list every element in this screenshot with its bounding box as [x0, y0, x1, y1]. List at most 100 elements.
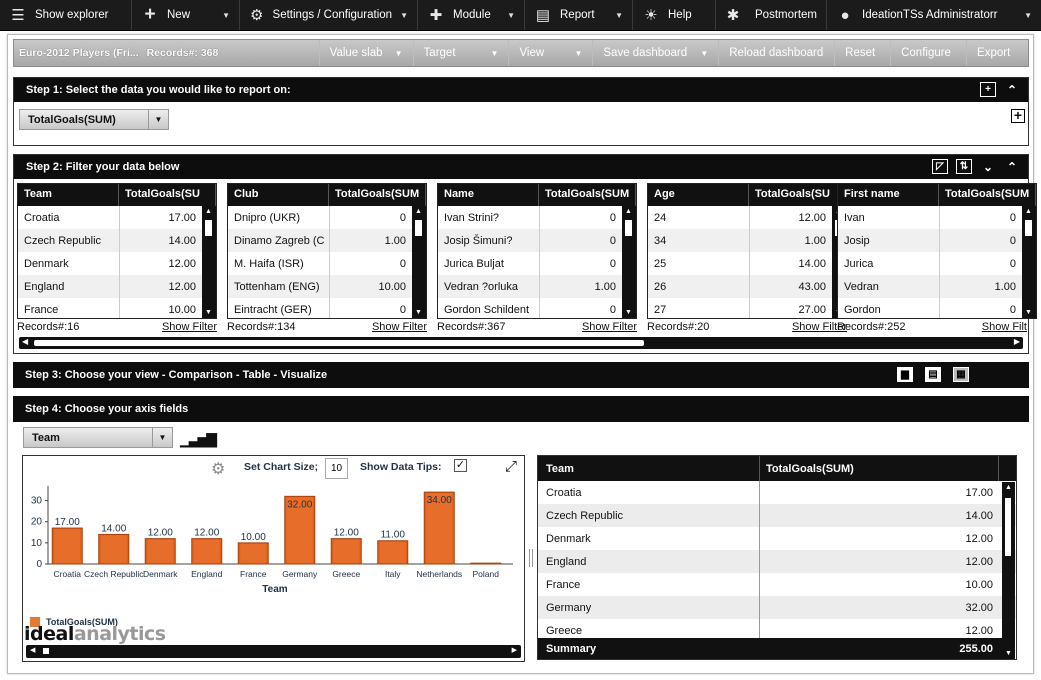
view-button[interactable]: View ▼ [508, 40, 592, 66]
menu-module[interactable]: ✚ Module ▼ [418, 0, 525, 30]
menu-postmortem[interactable]: ✱ Postmortem [716, 0, 827, 30]
add-measure-icon[interactable]: + [980, 82, 996, 97]
scroll-up-icon[interactable]: ▲ [415, 208, 422, 215]
show-filter-link[interactable]: Show Filter [582, 321, 637, 333]
show-filter-link[interactable]: Show Filter [372, 321, 427, 333]
scroll-down-icon[interactable]: ▼ [1005, 650, 1012, 657]
collapse-icon[interactable]: ⌃ [1004, 82, 1020, 97]
filter-row[interactable]: 24 12.00 [648, 206, 846, 229]
filter-row[interactable]: Dinamo Zagreb (C 1.00 [228, 229, 426, 252]
scroll-left-icon[interactable]: ◀ [30, 646, 35, 654]
target-button[interactable]: Target ▼ [412, 40, 509, 66]
filter-row[interactable]: 27 27.00 [648, 298, 846, 318]
filter-row[interactable]: Tottenham (ENG) 10.00 [228, 275, 426, 298]
grid-row[interactable]: England 12.00 [538, 550, 1016, 573]
grid-row[interactable]: France 10.00 [538, 573, 1016, 596]
value-slab-button[interactable]: Value slab ▼ [318, 40, 413, 66]
save-dashboard-button[interactable]: Save dashboard ▼ [592, 40, 718, 66]
filter-row[interactable]: Josip Šimuni? 0 [438, 229, 636, 252]
chart-view-icon[interactable]: ▆ [897, 367, 913, 382]
filter-row[interactable]: 26 43.00 [648, 275, 846, 298]
show-filter-link[interactable]: Show Filt [982, 321, 1027, 333]
show-data-tips-checkbox[interactable]: ✓ [454, 459, 467, 472]
grid-vertical-scrollbar[interactable]: ▲ ▼ [1002, 482, 1015, 659]
visualize-view-icon[interactable]: ▦ [953, 367, 969, 382]
filter-row[interactable]: Croatia 17.00 [18, 206, 216, 229]
filter-row[interactable]: Jurica Buljat 0 [438, 252, 636, 275]
scroll-thumb[interactable] [625, 220, 632, 236]
filter-row[interactable]: Gordon 0 [838, 298, 1036, 318]
filter-vertical-scrollbar[interactable]: ▲▼ [412, 206, 426, 318]
scroll-up-icon[interactable]: ▲ [1025, 208, 1032, 215]
scroll-up-icon[interactable]: ▲ [625, 208, 632, 215]
menu-settings[interactable]: ⚙ Settings / Configuration ▼ [240, 0, 418, 30]
scroll-left-icon[interactable]: ◀ [22, 337, 28, 346]
scroll-up-icon[interactable]: ▲ [205, 208, 212, 215]
expand-icon[interactable]: ⌄ [980, 159, 996, 174]
filter-row[interactable]: Eintracht (GER) 0 [228, 298, 426, 318]
filter-row[interactable]: Ivan 0 [838, 206, 1036, 229]
filter-vertical-scrollbar[interactable]: ▲▼ [622, 206, 636, 318]
scroll-down-icon[interactable]: ▼ [205, 309, 212, 316]
scroll-thumb[interactable] [1025, 220, 1032, 236]
chart-horizontal-scrollbar[interactable]: ◀ ▶ [26, 645, 521, 658]
filter-row[interactable]: Ivan Strini? 0 [438, 206, 636, 229]
scroll-down-icon[interactable]: ▼ [625, 309, 632, 316]
filter-column-header[interactable]: Club [228, 184, 329, 206]
filter-row[interactable]: Vedran 1.00 [838, 275, 1036, 298]
grid-row[interactable]: Denmark 12.00 [538, 527, 1016, 550]
grid-column-team[interactable]: Team [538, 456, 760, 481]
add-icon[interactable]: + [1011, 108, 1025, 123]
filter-column-header[interactable]: Team [18, 184, 119, 206]
filter-column-header[interactable]: TotalGoals(SU [119, 184, 216, 206]
filter-column-header[interactable]: TotalGoals(SUM [539, 184, 636, 206]
scroll-up-icon[interactable]: ▲ [1005, 484, 1012, 491]
filter-horizontal-scrollbar[interactable]: ◀ ▶ [19, 337, 1023, 349]
filter-row[interactable]: England 12.00 [18, 275, 216, 298]
filter-column-header[interactable]: TotalGoals(SU [749, 184, 846, 206]
filter-column-header[interactable]: First name [838, 184, 939, 206]
filter-row[interactable]: France 10.00 [18, 298, 216, 318]
filter-row[interactable]: 34 1.00 [648, 229, 846, 252]
fullscreen-icon[interactable]: ⤢ [505, 458, 517, 475]
scroll-thumb[interactable] [1005, 498, 1011, 556]
scroll-thumb[interactable] [205, 220, 212, 236]
filter-row[interactable]: Dnipro (UKR) 0 [228, 206, 426, 229]
grid-row[interactable]: Germany 32.00 [538, 596, 1016, 619]
filter-row[interactable]: Jurica 0 [838, 252, 1036, 275]
filter-row[interactable]: Czech Republic 14.00 [18, 229, 216, 252]
menu-user[interactable]: ● IdeationTSs Administratorr ▼ [827, 0, 1041, 30]
menu-report[interactable]: ▤ Report ▼ [525, 0, 633, 30]
scroll-thumb[interactable] [43, 648, 49, 654]
filter-vertical-scrollbar[interactable]: ▲▼ [1022, 206, 1036, 318]
filter-column-header[interactable]: Age [648, 184, 749, 206]
axis-field-select[interactable]: Team ▼ [23, 427, 173, 448]
filter-row[interactable]: Vedran ?orluka 1.00 [438, 275, 636, 298]
filter-column-header[interactable]: TotalGoals(SUM [939, 184, 1036, 206]
grid-row[interactable]: Czech Republic 14.00 [538, 504, 1016, 527]
scroll-thumb[interactable] [34, 340, 644, 346]
grid-column-totalgoals[interactable]: TotalGoals(SUM) [760, 456, 999, 481]
resize-icon[interactable]: ◸ [932, 159, 948, 174]
filter-row[interactable]: Gordon Schildent 0 [438, 298, 636, 318]
collapse-icon[interactable]: ⌃ [1004, 159, 1020, 174]
scroll-down-icon[interactable]: ▼ [1025, 309, 1032, 316]
filter-row[interactable]: M. Haifa (ISR) 0 [228, 252, 426, 275]
filter-vertical-scrollbar[interactable]: ▲▼ [202, 206, 216, 318]
sort-icon[interactable]: ⇅ [956, 159, 972, 174]
filter-column-header[interactable]: TotalGoals(SUM [329, 184, 426, 206]
configure-button[interactable]: Configure [890, 40, 966, 66]
measure-select[interactable]: TotalGoals(SUM) ▼ [19, 109, 169, 130]
filter-row[interactable]: Denmark 12.00 [18, 252, 216, 275]
table-view-icon[interactable]: ▤ [925, 367, 941, 382]
chart-type-icon[interactable]: ▁▃▅▇ [180, 431, 217, 448]
filter-row[interactable]: Josip 0 [838, 229, 1036, 252]
menu-new[interactable]: + New ▼ [132, 0, 240, 30]
menu-help[interactable]: ☀ Help [633, 0, 716, 30]
reload-dashboard-button[interactable]: Reload dashboard [718, 40, 834, 66]
export-button[interactable]: Export [966, 40, 1028, 66]
splitter-handle[interactable] [529, 549, 533, 567]
show-filter-link[interactable]: Show Filter [162, 321, 217, 333]
menu-show-explorer[interactable]: ☰ Show explorer [0, 0, 132, 30]
scroll-right-icon[interactable]: ▶ [1014, 337, 1020, 346]
